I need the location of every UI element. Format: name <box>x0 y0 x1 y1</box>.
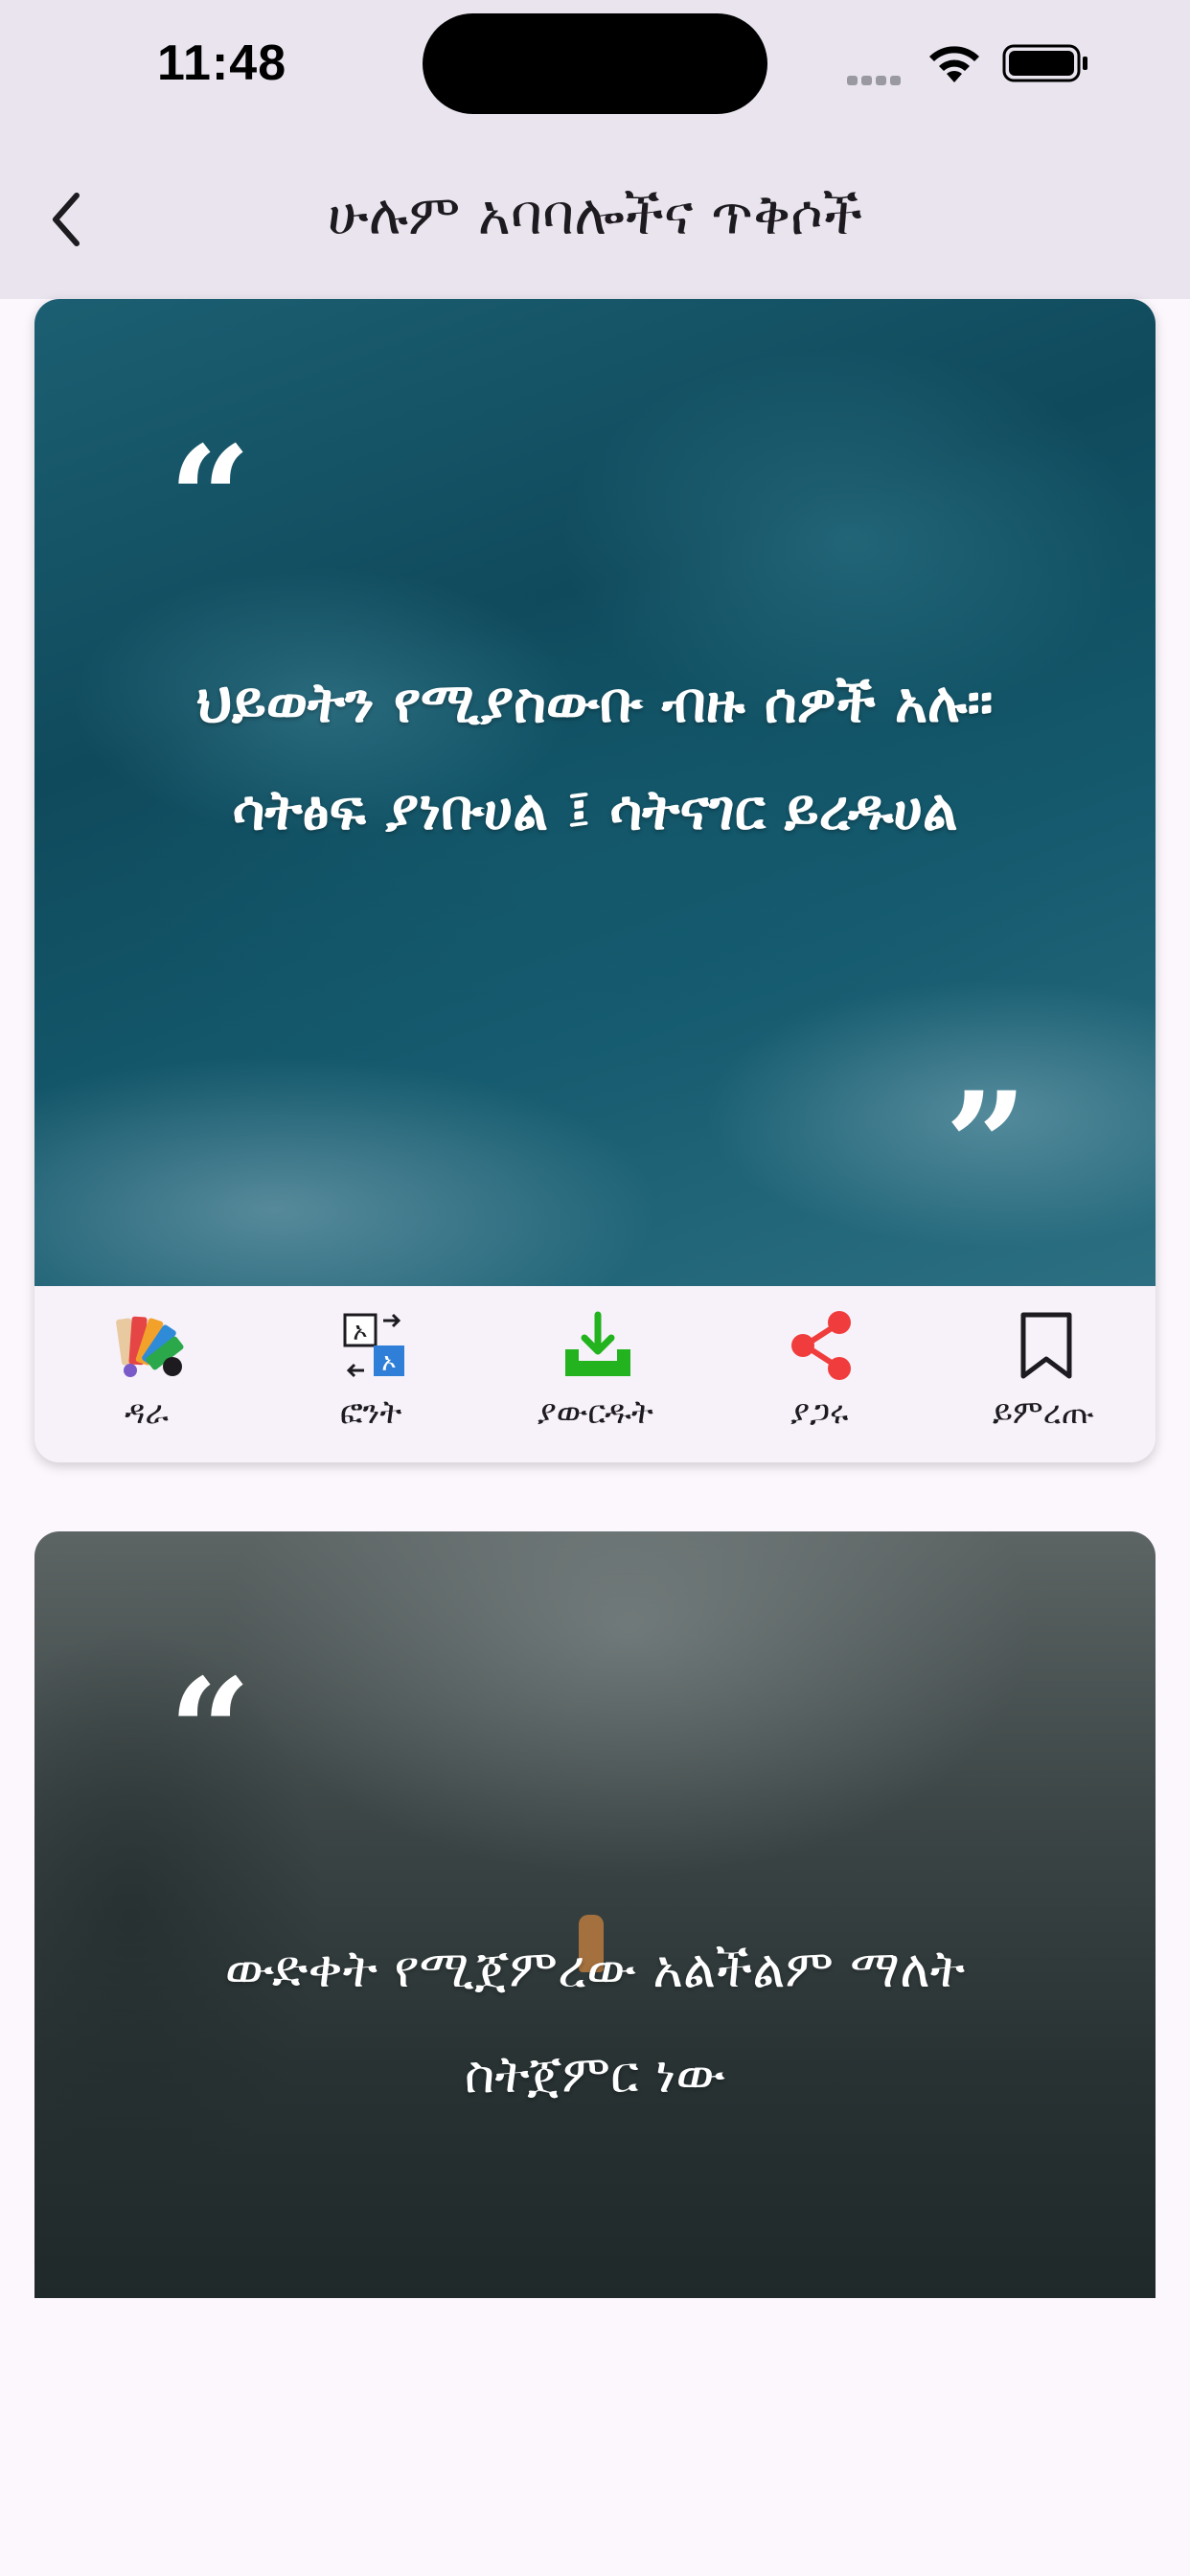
quote-text: ህይወትን የሚያስውቡ ብዙ ሰዎች አሉ። ሳትፅፍ ያነቡሀል ፤ ሳትና… <box>196 670 994 842</box>
page-title: ሁሉም አባባሎችና ጥቅሶች <box>327 182 863 247</box>
select-button[interactable]: ይምረጡ <box>931 1286 1156 1462</box>
open-quote-mark: “ <box>169 1647 252 1816</box>
quote-action-bar: ዳራ ኦ ኦ ፎንት ያውርዱት ያጋሩ ይምረጡ <box>34 1286 1156 1462</box>
svg-text:ኦ: ኦ <box>381 1348 396 1377</box>
share-icon <box>791 1311 851 1380</box>
font-icon: ኦ ኦ <box>343 1313 404 1378</box>
font-label: ፎንት <box>339 1393 402 1432</box>
status-bar: 11:48 <box>0 0 1190 144</box>
share-button[interactable]: ያጋሩ <box>707 1286 931 1462</box>
download-button[interactable]: ያውርዱት <box>483 1286 707 1462</box>
svg-text:ኦ: ኦ <box>353 1318 367 1346</box>
battery-icon <box>1002 44 1087 82</box>
bookmark-icon <box>1020 1312 1072 1379</box>
cellular-signal-icon <box>847 71 908 85</box>
palette-icon <box>116 1316 184 1377</box>
background-label: ዳራ <box>125 1393 169 1432</box>
navigation-bar: ሁሉም አባባሎችና ጥቅሶች <box>0 144 1190 299</box>
download-icon <box>565 1311 630 1376</box>
open-quote-mark: “ <box>169 415 252 584</box>
select-label: ይምረጡ <box>993 1393 1094 1432</box>
status-time: 11:48 <box>157 35 287 91</box>
quote-card: “ ህይወትን የሚያስውቡ ብዙ ሰዎች አሉ። ሳትፅፍ ያነቡሀል ፤ ሳ… <box>34 299 1156 1462</box>
dynamic-island <box>423 13 767 114</box>
close-quote-mark: ” <box>945 1061 1028 1230</box>
quote-card: “ ውድቀት የሚጀምረው አልችልም ማለት ስትጀምር ነው <box>34 1531 1156 2298</box>
chevron-left-icon[interactable] <box>44 186 94 253</box>
quote-text: ውድቀት የሚጀምረው አልችልም ማለት ስትጀምር ነው <box>224 1939 966 2104</box>
background-button[interactable]: ዳራ <box>34 1286 259 1462</box>
font-button[interactable]: ኦ ኦ ፎንት <box>259 1286 483 1462</box>
share-label: ያጋሩ <box>790 1393 849 1432</box>
wifi-icon <box>929 46 979 82</box>
download-label: ያውርዱት <box>537 1393 653 1432</box>
